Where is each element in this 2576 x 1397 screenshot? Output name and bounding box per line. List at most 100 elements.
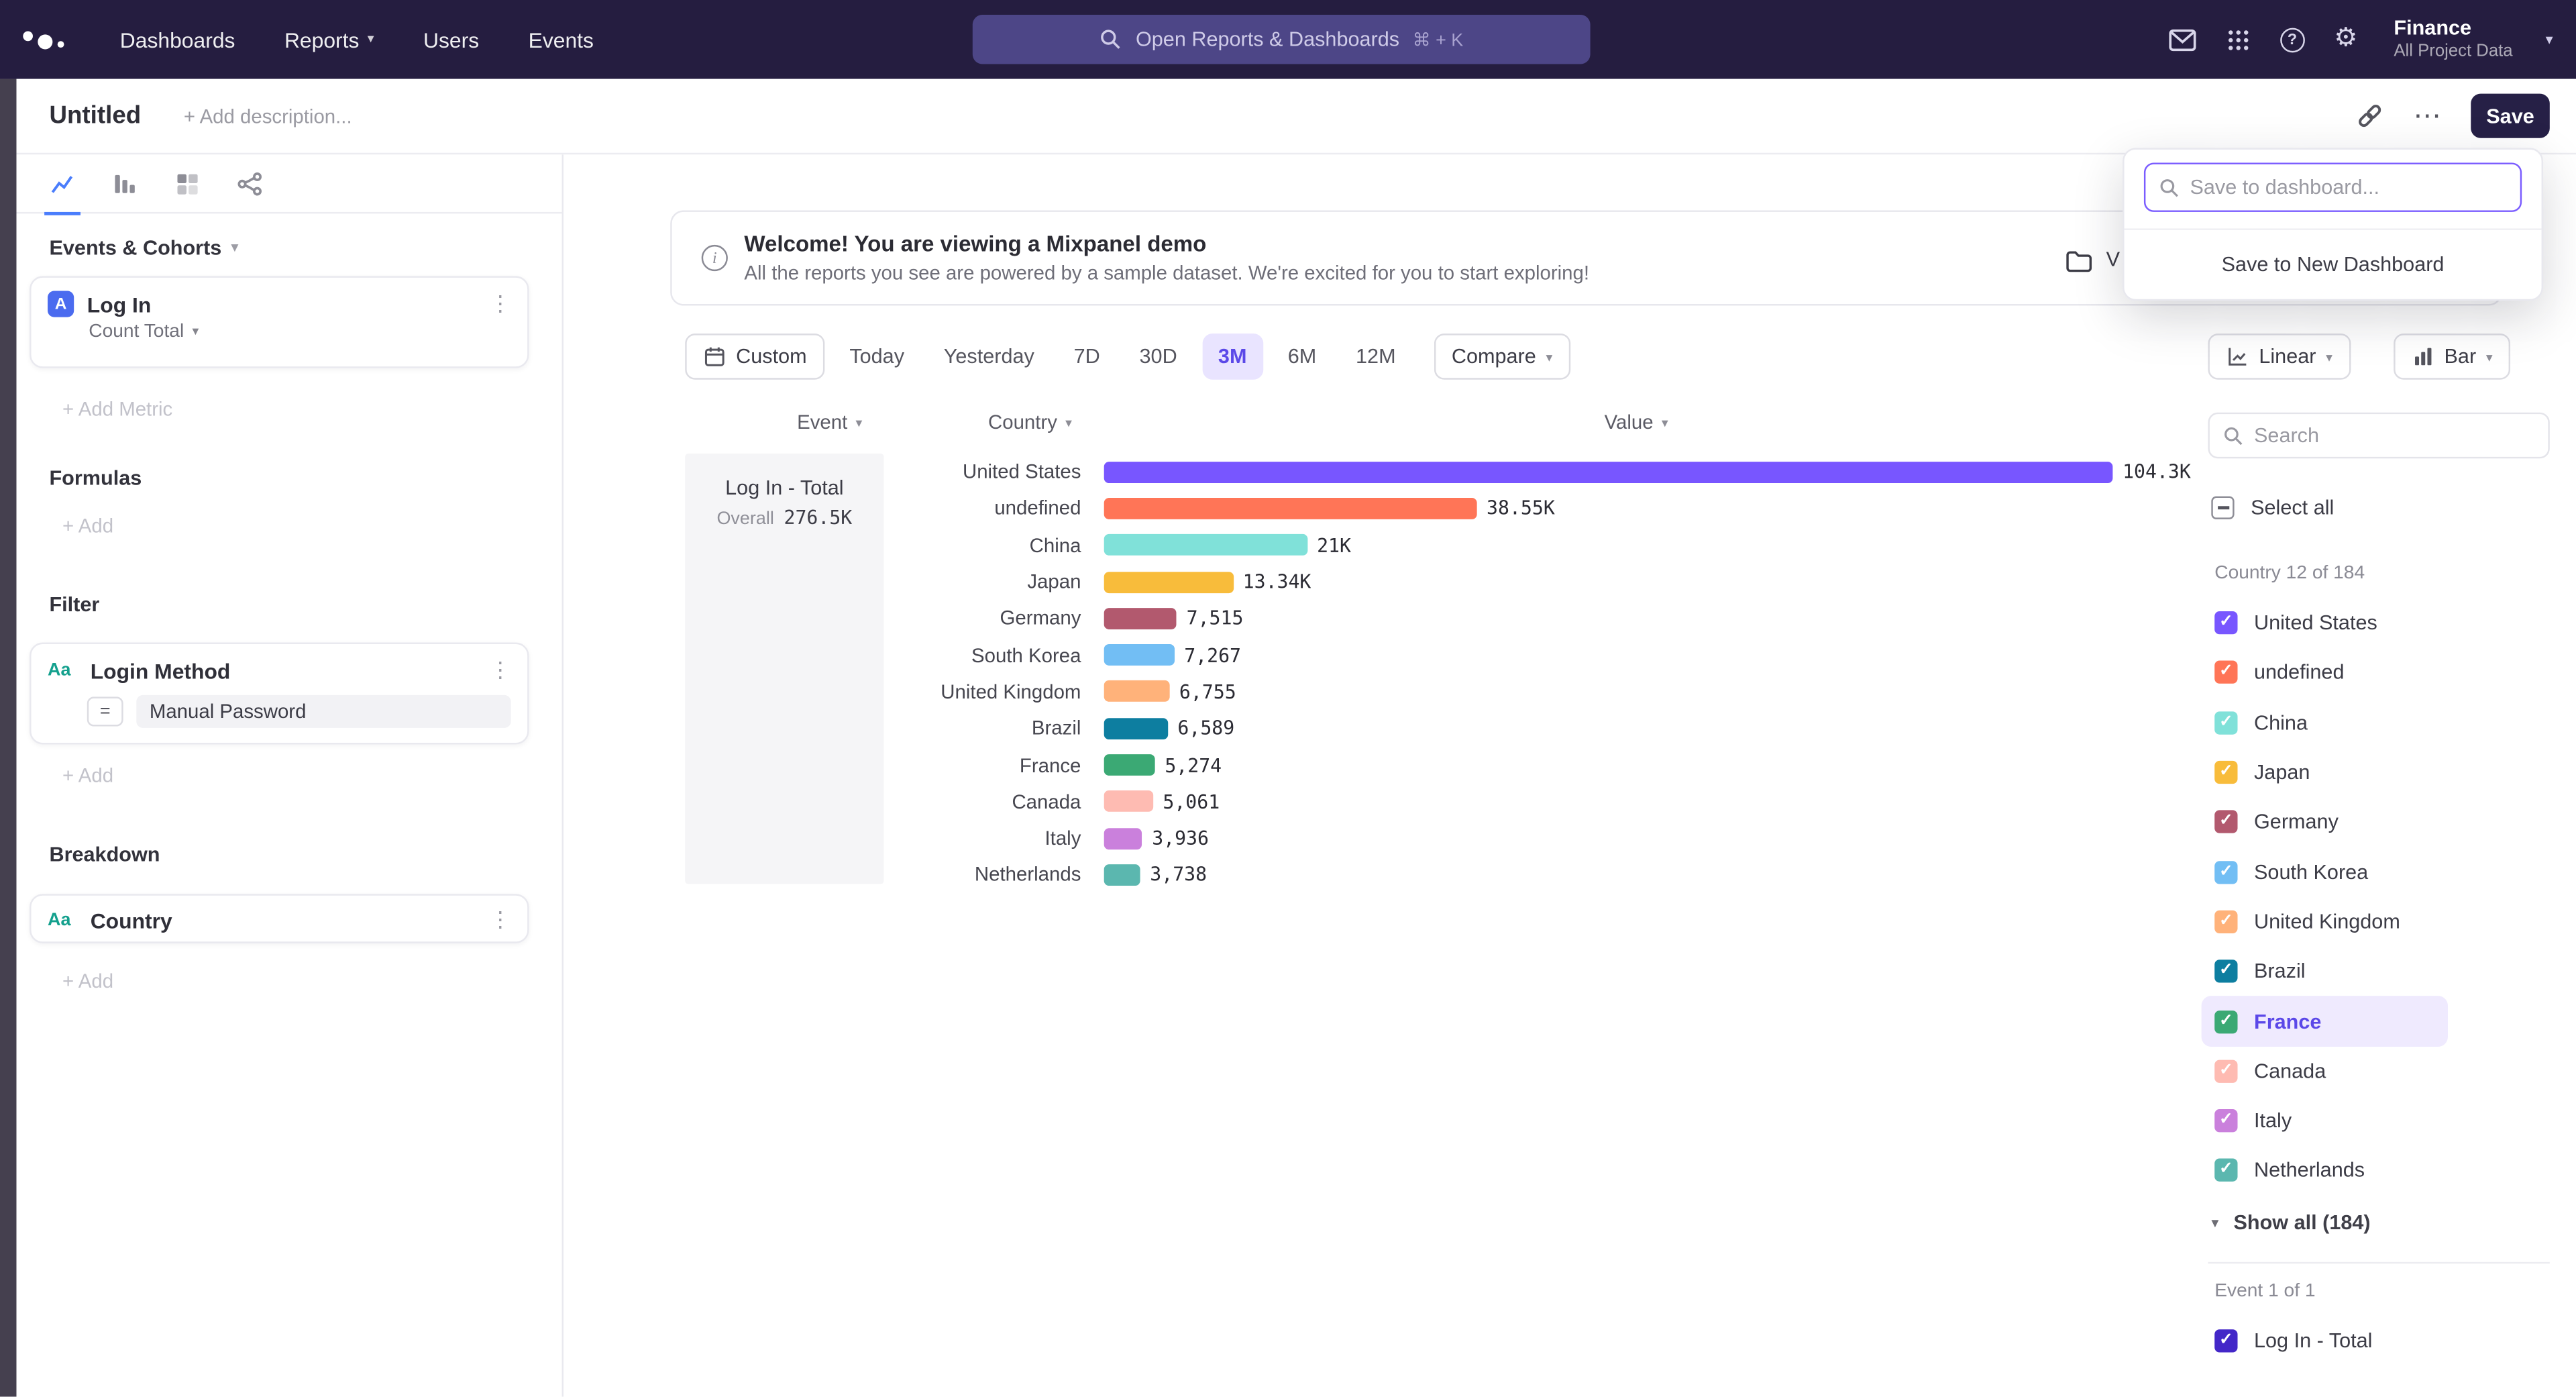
banner-action-label: V — [2106, 248, 2120, 271]
add-breakdown-button[interactable]: + Add — [62, 970, 113, 992]
select-all-checkbox[interactable] — [2211, 497, 2234, 519]
share-mail-icon[interactable] — [2168, 27, 2196, 52]
retention-tab-icon[interactable] — [174, 154, 201, 213]
column-header-event[interactable]: Event▾ — [797, 411, 862, 433]
range-12m-button[interactable]: 12M — [1341, 333, 1411, 380]
range-3m-button[interactable]: 3M — [1201, 333, 1263, 380]
country-filter-item[interactable]: ✓Germany — [2202, 797, 2570, 847]
nav-users[interactable]: Users — [423, 27, 479, 52]
metric-event-name[interactable]: Log In — [87, 292, 152, 317]
nav-events[interactable]: Events — [529, 27, 594, 52]
country-filter-item[interactable]: ✓Netherlands — [2202, 1146, 2570, 1196]
settings-gear-icon[interactable]: ⚙ — [2334, 26, 2357, 52]
range-7d-button[interactable]: 7D — [1059, 333, 1115, 380]
country-filter-item[interactable]: ✓Japan — [2202, 747, 2570, 797]
nav-reports[interactable]: Reports▾ — [284, 27, 374, 52]
metric-card[interactable]: A Log In ⋮ Count Total▾ — [30, 276, 529, 368]
legend-search-input[interactable] — [2254, 424, 2535, 447]
custom-range-button[interactable]: Custom — [685, 333, 824, 380]
bar[interactable] — [1104, 718, 1168, 739]
project-switcher[interactable]: Finance All Project Data — [2394, 17, 2512, 62]
country-checkbox[interactable]: ✓ — [2214, 1010, 2237, 1033]
bar[interactable] — [1104, 571, 1233, 592]
bar[interactable] — [1104, 644, 1175, 666]
column-header-country[interactable]: Country▾ — [988, 411, 1072, 433]
country-filter-item[interactable]: ✓United Kingdom — [2202, 897, 2570, 947]
bar[interactable] — [1104, 608, 1177, 629]
breakdown-card[interactable]: Aa Country ⋮ — [30, 894, 529, 943]
save-button[interactable]: Save — [2471, 94, 2550, 138]
bar[interactable] — [1104, 681, 1169, 703]
country-filter-item[interactable]: ✓United States — [2202, 598, 2570, 648]
country-checkbox[interactable]: ✓ — [2214, 711, 2237, 734]
range-yesterday-button[interactable]: Yesterday — [929, 333, 1049, 380]
add-metric-button[interactable]: + Add Metric — [62, 398, 172, 421]
copy-link-icon[interactable] — [2356, 102, 2384, 130]
kebab-menu-icon[interactable]: ⋮ — [490, 291, 511, 317]
country-checkbox[interactable]: ✓ — [2214, 811, 2237, 833]
funnels-tab-icon[interactable] — [112, 154, 138, 213]
filter-value-select[interactable]: Manual Password — [136, 695, 511, 728]
breakdown-property-name[interactable]: Country — [91, 908, 172, 933]
bar[interactable] — [1104, 498, 1477, 519]
event-checkbox[interactable]: ✓ — [2214, 1329, 2237, 1352]
events-section-label[interactable]: Events & Cohorts▾ — [49, 237, 237, 260]
range-6m-button[interactable]: 6M — [1273, 333, 1332, 380]
filter-operator-select[interactable]: = — [87, 696, 123, 726]
country-checkbox[interactable]: ✓ — [2214, 1109, 2237, 1132]
column-header-value[interactable]: Value▾ — [1605, 411, 1668, 433]
event-filter-item[interactable]: ✓ Log In - Total — [2214, 1325, 2372, 1357]
bar[interactable] — [1104, 754, 1155, 776]
country-filter-item[interactable]: ✓Brazil — [2202, 947, 2570, 996]
insights-tab-icon[interactable] — [49, 154, 75, 213]
legend-search[interactable] — [2208, 413, 2549, 459]
mixpanel-logo-icon[interactable] — [23, 30, 64, 48]
apps-grid-icon[interactable] — [2226, 27, 2251, 52]
nav-dashboards[interactable]: Dashboards — [120, 27, 235, 52]
country-filter-item[interactable]: ✓China — [2202, 698, 2570, 747]
show-all-button[interactable]: ▾ Show all (184) — [2211, 1206, 2370, 1239]
country-filter-item[interactable]: ✓France — [2202, 996, 2448, 1046]
banner-action-button[interactable]: V — [2065, 235, 2120, 284]
bar[interactable] — [1104, 461, 2113, 482]
bar[interactable] — [1104, 791, 1153, 813]
add-filter-button[interactable]: + Add — [62, 764, 113, 787]
kebab-menu-icon[interactable]: ⋮ — [490, 907, 511, 933]
bar[interactable] — [1104, 827, 1142, 849]
country-checkbox[interactable]: ✓ — [2214, 911, 2237, 933]
bar[interactable] — [1104, 864, 1140, 886]
dashboard-search[interactable] — [2144, 162, 2522, 211]
country-checkbox[interactable]: ✓ — [2214, 1159, 2237, 1182]
dashboard-search-input[interactable] — [2190, 176, 2507, 199]
kebab-menu-icon[interactable]: ⋮ — [490, 658, 511, 684]
country-filter-item[interactable]: ✓Canada — [2202, 1046, 2570, 1096]
range-today-button[interactable]: Today — [835, 333, 919, 380]
country-checkbox[interactable]: ✓ — [2214, 662, 2237, 684]
compare-button[interactable]: Compare▾ — [1434, 333, 1570, 380]
save-to-new-dashboard-item[interactable]: Save to New Dashboard — [2125, 230, 2542, 299]
more-options-icon[interactable]: ⋯ — [2414, 102, 2442, 130]
add-description-placeholder[interactable]: + Add description... — [184, 105, 352, 127]
report-title[interactable]: Untitled — [49, 102, 141, 130]
filter-card[interactable]: Aa Login Method ⋮ = Manual Password — [30, 643, 529, 745]
aggregation-select[interactable]: Count Total▾ — [89, 322, 527, 355]
country-checkbox[interactable]: ✓ — [2214, 860, 2237, 883]
flows-tab-icon[interactable] — [237, 154, 263, 213]
filter-property-name[interactable]: Login Method — [91, 658, 231, 683]
select-all-row[interactable]: Select all — [2211, 493, 2334, 523]
help-icon[interactable]: ? — [2280, 27, 2305, 52]
add-formula-button[interactable]: + Add — [62, 515, 113, 537]
search-icon — [2222, 425, 2244, 446]
country-checkbox[interactable]: ✓ — [2214, 611, 2237, 634]
country-checkbox[interactable]: ✓ — [2214, 761, 2237, 784]
global-search-button[interactable]: Open Reports & Dashboards ⌘ + K — [973, 15, 1591, 64]
range-30d-button[interactable]: 30D — [1124, 333, 1191, 380]
country-checkbox[interactable]: ✓ — [2214, 960, 2237, 983]
country-filter-item[interactable]: ✓South Korea — [2202, 847, 2570, 896]
country-checkbox[interactable]: ✓ — [2214, 1059, 2237, 1082]
scale-select[interactable]: Linear▾ — [2208, 333, 2350, 380]
country-filter-item[interactable]: ✓Italy — [2202, 1096, 2570, 1145]
bar[interactable] — [1104, 534, 1307, 556]
country-filter-item[interactable]: ✓undefined — [2202, 648, 2570, 698]
chart-type-select[interactable]: Bar▾ — [2394, 333, 2511, 380]
